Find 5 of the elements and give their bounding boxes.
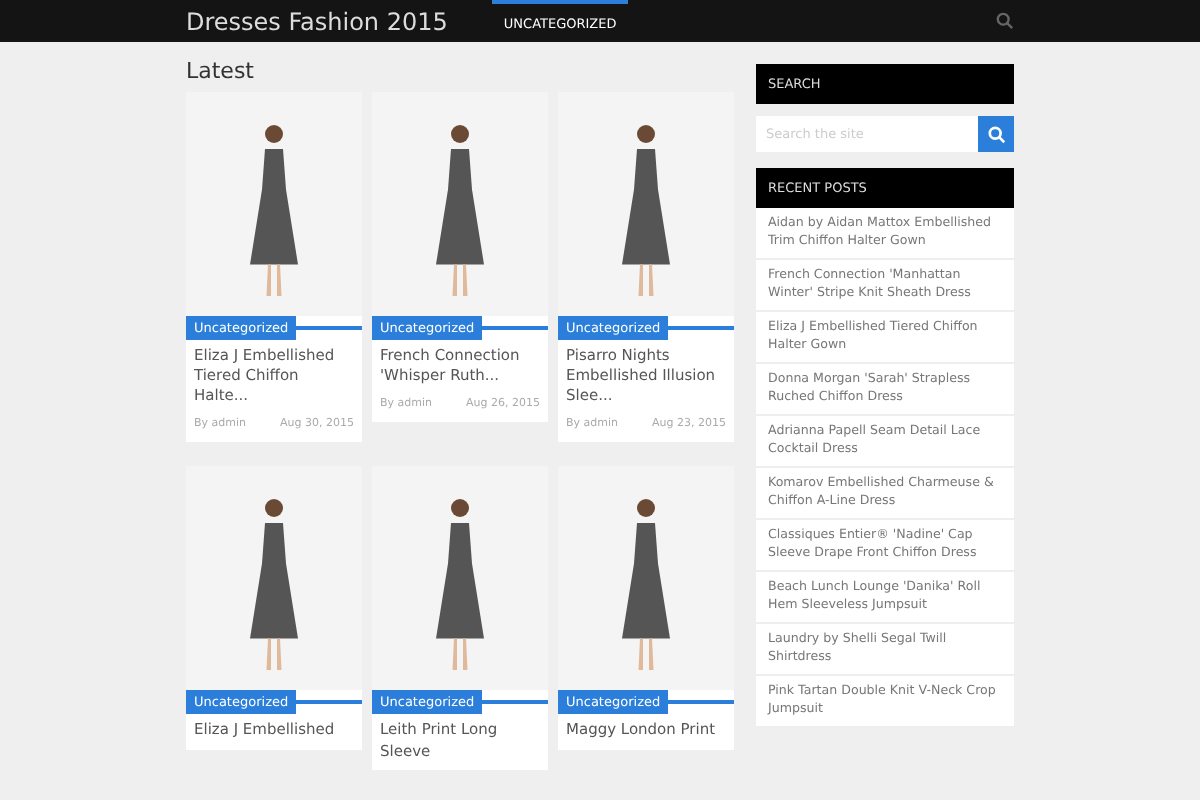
search-button[interactable]: [978, 116, 1014, 152]
search-icon: [987, 125, 1005, 143]
site-title[interactable]: Dresses Fashion 2015: [186, 7, 448, 35]
section-title: Latest: [186, 58, 256, 84]
search-icon[interactable]: [996, 12, 1014, 30]
